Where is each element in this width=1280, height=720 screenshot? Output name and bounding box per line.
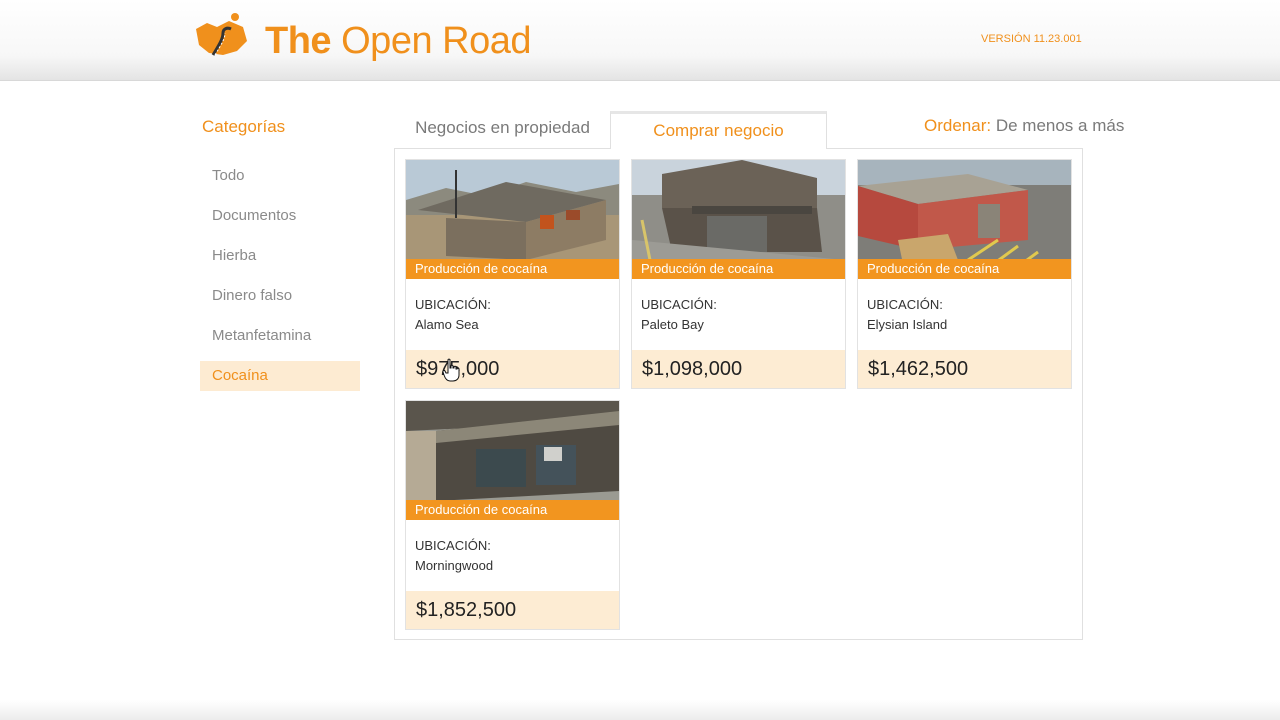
- location-value: Alamo Sea: [415, 317, 479, 332]
- categories-list: Todo Documentos Hierba Dinero falso Meta…: [200, 161, 360, 401]
- site-header: The Open Road VERSIÓN 11.23.001: [0, 0, 1280, 81]
- category-item-cocaina[interactable]: Cocaína: [200, 361, 360, 391]
- location-label: UBICACIÓN:: [641, 297, 717, 312]
- property-photo: Producción de cocaína: [632, 160, 845, 279]
- tab-buy-business[interactable]: Comprar negocio: [610, 111, 827, 149]
- property-photo: Producción de cocaína: [858, 160, 1071, 279]
- business-type-ribbon: Producción de cocaína: [632, 259, 845, 279]
- price-bar: $975,000: [406, 350, 619, 388]
- category-item-metanfetamina[interactable]: Metanfetamina: [200, 321, 360, 351]
- category-item-hierba[interactable]: Hierba: [200, 241, 360, 271]
- tab-owned-businesses[interactable]: Negocios en propiedad: [395, 111, 610, 149]
- price-value: $1,852,500: [416, 599, 517, 621]
- location-value: Elysian Island: [867, 317, 948, 332]
- road-map-logo-icon[interactable]: [193, 11, 249, 59]
- location-value: Morningwood: [415, 558, 494, 573]
- location-label: UBICACIÓN:: [415, 297, 491, 312]
- location-label: UBICACIÓN:: [415, 538, 491, 553]
- price-value: $1,098,000: [642, 358, 743, 380]
- sort-label: Ordenar:: [924, 116, 992, 135]
- price-value: $1,462,500: [868, 358, 969, 380]
- property-photo: Producción de cocaína: [406, 401, 619, 520]
- brand-title-part2: Open Road: [341, 20, 531, 62]
- categories-title: Categorías: [202, 117, 286, 136]
- brand-title-part1: The: [265, 20, 332, 62]
- price-bar: $1,462,500: [858, 350, 1071, 388]
- property-photo: Producción de cocaína: [406, 160, 619, 279]
- listings-panel: Producción de cocaína UBICACIÓN: Alamo S…: [394, 148, 1083, 640]
- location-label: UBICACIÓN:: [867, 297, 943, 312]
- sort-control[interactable]: Ordenar: De menos a más: [924, 116, 1124, 136]
- business-type-ribbon: Producción de cocaína: [406, 259, 619, 279]
- price-bar: $1,098,000: [632, 350, 845, 388]
- location-value: Paleto Bay: [641, 317, 704, 332]
- price-bar: $1,852,500: [406, 591, 619, 629]
- brand-title: The Open Road: [265, 17, 531, 65]
- listing-card-morningwood[interactable]: Producción de cocaína UBICACIÓN: Morning…: [405, 400, 620, 630]
- business-type-ribbon: Producción de cocaína: [858, 259, 1071, 279]
- category-item-documentos[interactable]: Documentos: [200, 201, 360, 231]
- version-label: VERSIÓN 11.23.001: [981, 33, 1082, 45]
- listing-card-alamo-sea[interactable]: Producción de cocaína UBICACIÓN: Alamo S…: [405, 159, 620, 389]
- bottom-fade: [0, 700, 1280, 720]
- listing-card-elysian-island[interactable]: Producción de cocaína UBICACIÓN: Elysian…: [857, 159, 1072, 389]
- business-type-ribbon: Producción de cocaína: [406, 500, 619, 520]
- category-item-todo[interactable]: Todo: [200, 161, 360, 191]
- listing-card-paleto-bay[interactable]: Producción de cocaína UBICACIÓN: Paleto …: [631, 159, 846, 389]
- sort-value[interactable]: De menos a más: [996, 116, 1125, 135]
- price-value: $975,000: [416, 358, 500, 380]
- category-item-dinero-falso[interactable]: Dinero falso: [200, 281, 360, 311]
